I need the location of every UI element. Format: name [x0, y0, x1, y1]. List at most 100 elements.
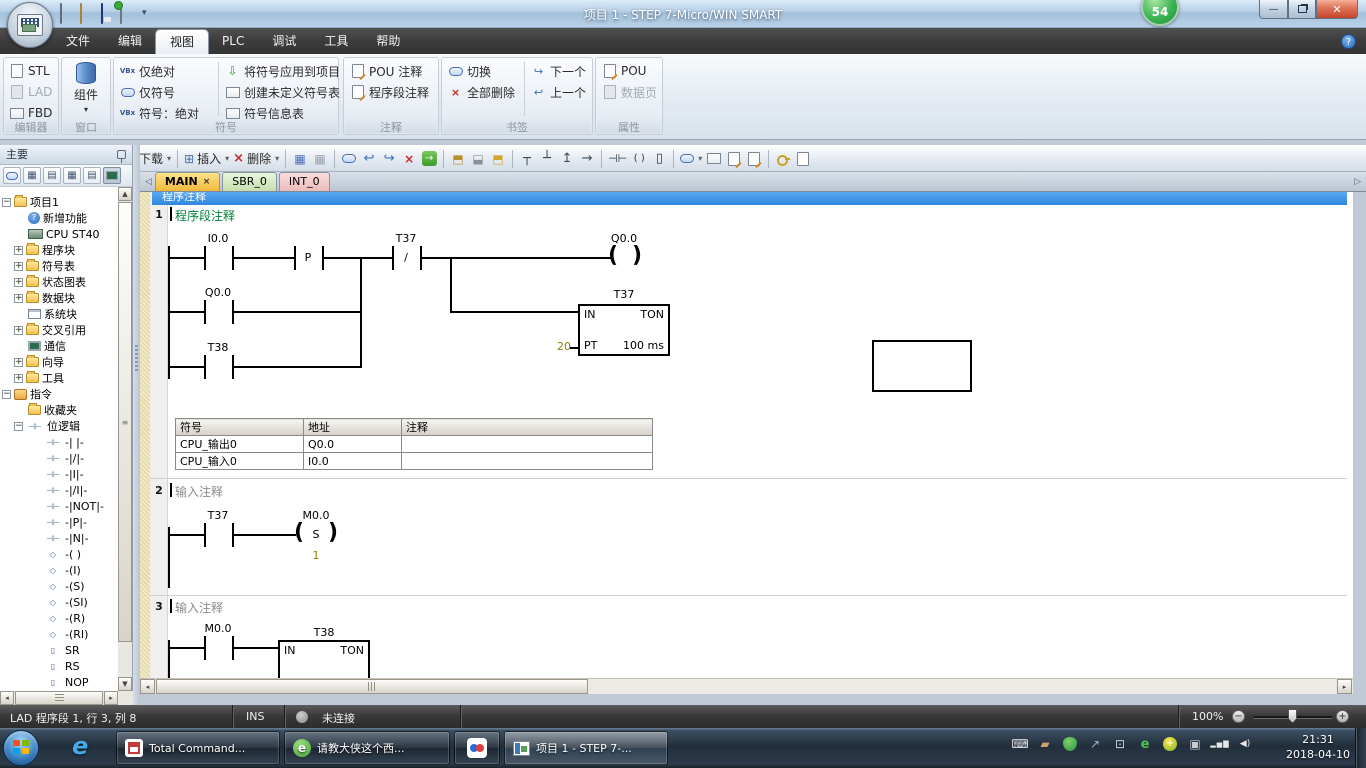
edge-contact-p[interactable]: P	[305, 251, 312, 264]
scroll-thumb[interactable]	[156, 679, 588, 694]
volume-icon[interactable]	[1237, 736, 1253, 752]
data-page-button[interactable]: 数据页	[599, 82, 660, 102]
tab-sbr0[interactable]: SBR_0	[222, 172, 277, 191]
bookmark-clear-button[interactable]: 全部删除	[445, 82, 518, 102]
contact-operand-t38[interactable]: T38	[208, 341, 229, 354]
scroll-up-icon[interactable]	[118, 187, 132, 201]
select-network-icon[interactable]	[290, 149, 310, 169]
tree-item-bit-logic[interactable]: 位逻辑	[0, 418, 80, 434]
scroll-thumb[interactable]	[15, 691, 103, 705]
delete-button[interactable]: 删除	[231, 149, 281, 169]
zoom-slider-thumb[interactable]	[1288, 709, 1297, 723]
taskbar-button-browser[interactable]: e请教大侠这个西...	[284, 731, 450, 765]
tree-item-coil-set[interactable]: -(S)	[0, 578, 85, 594]
tab-scroll-right-icon[interactable]	[1354, 177, 1361, 187]
contact-operand-q00[interactable]: Q0.0	[205, 286, 231, 299]
tree-item-nop[interactable]: NOP	[0, 674, 89, 690]
ladder-editor[interactable]: 程序注释 1 程序段注释 I0.0 P T37 / Q0.0 Q0.0 IN	[140, 192, 1353, 694]
tree-item-contact-p[interactable]: -|P|-	[0, 514, 87, 530]
deselect-network-icon[interactable]	[310, 149, 330, 169]
bookmark-clear-icon[interactable]	[399, 149, 419, 169]
set-coil-count[interactable]: 1	[313, 549, 320, 562]
scroll-right-icon[interactable]	[1337, 679, 1352, 694]
scroll-left-icon[interactable]	[0, 691, 14, 705]
panel-splitter[interactable]	[133, 145, 140, 705]
tree-item-contact-no[interactable]: -| |-	[0, 434, 84, 450]
network-3-comment[interactable]: 输入注释	[175, 599, 223, 616]
coil-operand-q00[interactable]: Q0.0	[611, 232, 637, 245]
start-button[interactable]	[3, 730, 39, 766]
bookmark-next-icon[interactable]	[379, 149, 399, 169]
menu-edit[interactable]: 编辑	[104, 28, 156, 54]
tree-item-program-block[interactable]: 程序块	[0, 242, 75, 258]
tree-item-sr[interactable]: SR	[0, 642, 80, 658]
ie-taskbar-icon[interactable]: e	[72, 732, 88, 760]
timer-operand-t37[interactable]: T37	[614, 288, 635, 301]
tree-item-contact-nc-imm[interactable]: -|/I|-	[0, 482, 87, 498]
tree-item-system-block[interactable]: 系统块	[0, 306, 77, 322]
symbolic-only-button[interactable]: 仅符号	[117, 82, 178, 102]
network-2-comment[interactable]: 输入注释	[175, 483, 223, 500]
restore-button[interactable]	[1288, 0, 1316, 19]
page-properties-icon[interactable]	[793, 149, 813, 169]
splitter-grip[interactable]	[135, 345, 138, 371]
keyboard-tray-icon[interactable]	[1012, 736, 1028, 752]
contact-operand-m00[interactable]: M0.0	[205, 622, 232, 635]
insert-coil-icon[interactable]	[629, 149, 649, 169]
network-1-comment[interactable]: 程序段注释	[175, 207, 235, 224]
collapse-icon[interactable]	[2, 198, 11, 207]
close-button[interactable]	[1316, 0, 1358, 19]
view-tag-icon[interactable]	[3, 167, 21, 184]
view-grid-icon[interactable]	[23, 167, 41, 184]
line-right-icon[interactable]	[577, 149, 597, 169]
tree-item-coil-reset-imm[interactable]: -(RI)	[0, 626, 88, 642]
tree-item-status-chart[interactable]: 状态图表	[0, 274, 86, 290]
contact-operand-t37[interactable]: T37	[396, 232, 417, 245]
editor-horizontal-scrollbar[interactable]	[140, 678, 1353, 694]
timer-box-t38[interactable]: IN TON	[278, 640, 370, 680]
insert-button[interactable]: 插入	[182, 149, 231, 169]
insert-box-icon[interactable]	[649, 149, 669, 169]
expand-icon[interactable]	[14, 262, 23, 271]
tree-item-contact-n[interactable]: -|N|-	[0, 530, 89, 546]
browser-tray-icon[interactable]	[1137, 736, 1153, 752]
pou-comment-button[interactable]: POU 注释	[347, 61, 425, 81]
line-up-icon[interactable]	[557, 149, 577, 169]
taskbar-button-step7[interactable]: 项目 1 - STEP 7-...	[504, 731, 668, 765]
tab-main[interactable]: MAIN	[155, 172, 220, 191]
menu-help[interactable]: 帮助	[362, 28, 414, 54]
tab-scroll-left-icon[interactable]	[145, 177, 152, 187]
taskbar-button-netdisk[interactable]	[454, 731, 500, 765]
expand-icon[interactable]	[14, 374, 23, 383]
zoom-in-button[interactable]: +	[1336, 710, 1349, 723]
tree-item-favorites[interactable]: 收藏夹	[0, 402, 77, 418]
expand-icon[interactable]	[14, 246, 23, 255]
minimize-button[interactable]	[1259, 0, 1288, 19]
collapse-icon[interactable]	[14, 422, 23, 431]
menu-view[interactable]: 视图	[156, 30, 208, 54]
branch-up-icon[interactable]	[537, 149, 557, 169]
view-doc2-icon[interactable]	[83, 167, 101, 184]
zoom-out-button[interactable]: −	[1232, 710, 1245, 723]
symtab-cell[interactable]	[402, 436, 653, 453]
scroll-right-icon[interactable]	[104, 691, 118, 705]
table-row[interactable]: CPU_输出0 Q0.0	[176, 436, 653, 453]
scroll-down-icon[interactable]	[118, 677, 132, 691]
timer-box-t37[interactable]: IN TON PT 100 ms	[578, 304, 670, 356]
antivirus-tray-icon[interactable]: +	[1162, 736, 1178, 752]
wallet-tray-icon[interactable]	[1037, 736, 1053, 752]
network-comment-button[interactable]: 程序段注释	[347, 82, 432, 102]
remote-tray-icon[interactable]	[1087, 736, 1103, 752]
expand-icon[interactable]	[14, 358, 23, 367]
tree-item-data-block[interactable]: 数据块	[0, 290, 75, 306]
lock-icon[interactable]	[448, 149, 468, 169]
app-button[interactable]	[7, 2, 53, 48]
address-tag-button[interactable]	[678, 149, 704, 169]
selection-rectangle[interactable]	[872, 340, 972, 392]
symtab-cell[interactable]: Q0.0	[304, 436, 402, 453]
tree-horizontal-scrollbar[interactable]	[0, 691, 133, 705]
view-doc-icon[interactable]	[43, 167, 61, 184]
network-signal-icon[interactable]	[1212, 736, 1228, 752]
tree-item-whats-new[interactable]: ?新增功能	[0, 210, 87, 226]
tree-item-coil-reset[interactable]: -(R)	[0, 610, 85, 626]
